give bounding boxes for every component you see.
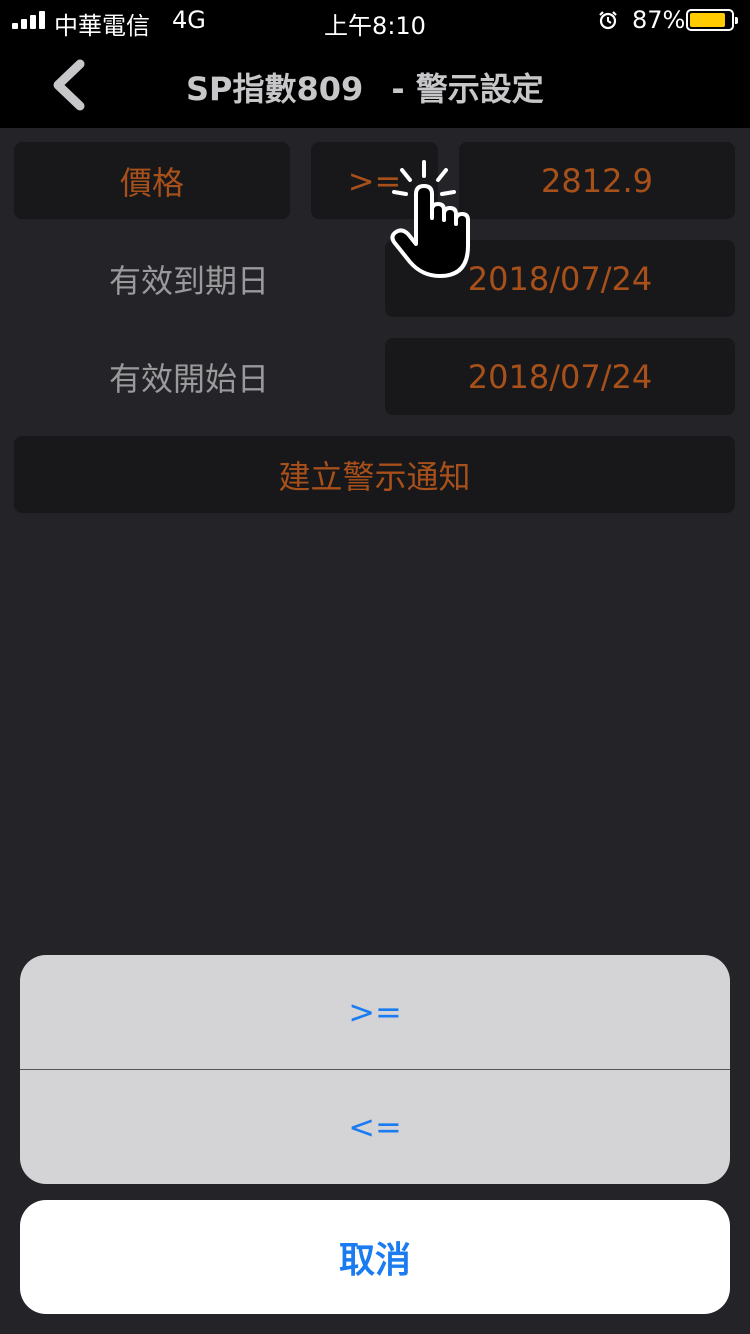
battery-percent: 87% xyxy=(632,6,686,34)
start-date-label: 有效開始日 xyxy=(108,359,269,398)
operator-action-sheet: >= <= xyxy=(20,955,730,1184)
alarm-icon xyxy=(599,11,617,30)
start-date-picker[interactable]: 2018/07/24 xyxy=(385,338,735,415)
price-value: 2812.9 xyxy=(541,161,653,200)
option-gte[interactable]: >= xyxy=(20,955,730,1069)
battery-fill xyxy=(690,13,725,27)
price-input[interactable]: 2812.9 xyxy=(459,142,735,219)
tap-hand-icon xyxy=(390,160,470,278)
page-title-main: SP指數809 xyxy=(186,70,364,108)
expiry-date-label: 有效到期日 xyxy=(108,261,269,300)
cancel-button[interactable]: 取消 xyxy=(20,1200,730,1314)
top-bar: 中華電信 4G 上午8:10 87% SP指數809 - 警示設定 xyxy=(0,0,750,128)
option-lte[interactable]: <= xyxy=(20,1070,730,1184)
chevron-left-icon[interactable] xyxy=(46,58,90,112)
start-date-value: 2018/07/24 xyxy=(467,357,653,396)
field-selector-button[interactable]: 價格 xyxy=(14,142,290,219)
field-selector-label: 價格 xyxy=(119,163,184,202)
status-bar: 中華電信 4G 上午8:10 87% xyxy=(0,0,750,40)
create-alert-button[interactable]: 建立警示通知 xyxy=(14,436,735,513)
battery-icon xyxy=(686,9,738,31)
create-alert-label: 建立警示通知 xyxy=(278,457,471,496)
expiry-date-value: 2018/07/24 xyxy=(467,259,653,298)
page-title-sub: - 警示設定 xyxy=(391,70,544,108)
page-title: SP指數809 - 警示設定 xyxy=(186,64,544,110)
screen: 中華電信 4G 上午8:10 87% SP指數809 - 警示設定 價格 >= 2… xyxy=(0,0,750,1334)
